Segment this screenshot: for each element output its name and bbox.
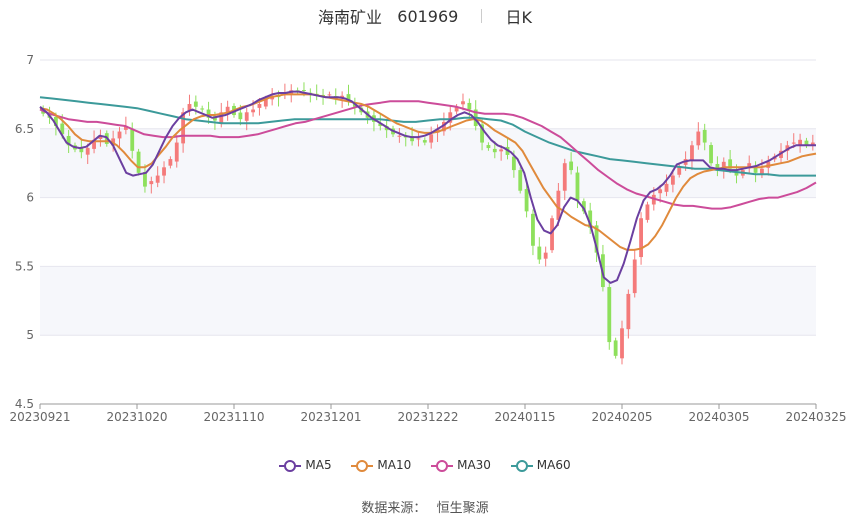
x-tick-label: 20240305	[688, 410, 749, 424]
candle-body	[193, 101, 198, 107]
y-tick-label: 4.5	[15, 397, 34, 411]
candle-body	[397, 135, 402, 137]
legend-label: MA60	[536, 458, 571, 472]
candle-body	[499, 149, 504, 152]
candle-body	[162, 167, 166, 176]
candle-body	[327, 94, 332, 96]
candle-body	[467, 102, 472, 110]
y-tick-label: 5	[26, 328, 34, 342]
candle-body	[429, 134, 434, 143]
y-tick-label: 5.5	[15, 259, 34, 273]
x-tick-label: 20240115	[494, 410, 555, 424]
candle-body	[607, 287, 612, 343]
candle-body	[575, 172, 580, 201]
candle-body	[168, 159, 173, 166]
candle-body	[244, 112, 249, 121]
candle-body	[537, 246, 542, 260]
ma10-marker-icon	[351, 459, 374, 472]
legend-item-ma30[interactable]: MA30	[431, 458, 491, 472]
candle-body	[486, 145, 491, 149]
x-tick-label: 20240325	[785, 410, 846, 424]
candle-body	[251, 109, 255, 113]
x-tick-label: 20230921	[9, 410, 70, 424]
source-label: 数据来源：	[361, 501, 427, 516]
legend-item-ma10[interactable]: MA10	[351, 458, 411, 472]
candle-body	[569, 161, 574, 171]
candle-body	[810, 142, 815, 145]
candle-body	[85, 148, 90, 155]
ma30-marker-icon	[431, 459, 454, 472]
candle-body	[130, 128, 135, 151]
candle-body	[200, 108, 205, 110]
grid-band	[40, 266, 816, 336]
x-tick-label: 20231201	[300, 410, 361, 424]
candle-body	[709, 145, 713, 164]
candle-body	[690, 145, 694, 161]
legend-item-ma60[interactable]: MA60	[510, 458, 571, 472]
candle-body	[461, 101, 465, 105]
candlestick-chart: 4.5 5 5.5 6 6.5 7 20230921 20231020 20231110 2023…	[9, 53, 846, 424]
candle-body	[632, 259, 637, 294]
candle-body	[562, 163, 567, 191]
candle-body	[791, 142, 796, 144]
candle-body	[639, 218, 643, 258]
candle-body	[531, 213, 535, 246]
candle-body	[613, 340, 618, 356]
y-tick-label: 6	[26, 191, 34, 205]
candle-body	[696, 131, 701, 146]
candle-body	[302, 89, 306, 91]
chart-legend: MA5 MA10 MA30 MA60	[0, 458, 850, 472]
candle-body	[238, 112, 243, 120]
x-tick-label: 20231110	[203, 410, 264, 424]
candle-body	[677, 167, 682, 175]
candle-body	[620, 328, 624, 359]
legend-label: MA5	[305, 458, 332, 472]
candle-body	[524, 189, 529, 212]
candle-body	[257, 104, 262, 108]
candle-body	[174, 142, 179, 162]
candle-body	[136, 151, 141, 173]
candle-body	[670, 175, 675, 185]
y-tick-label: 6.5	[15, 122, 34, 136]
legend-label: MA10	[377, 458, 412, 472]
ma5-marker-icon	[279, 459, 302, 472]
legend-item-ma5[interactable]: MA5	[279, 458, 332, 472]
candle-body	[760, 168, 764, 174]
candle-body	[702, 129, 707, 143]
source-value: 恒生聚源	[436, 501, 489, 516]
candle-body	[155, 175, 160, 183]
candle-body	[416, 138, 421, 140]
ma60-marker-icon	[510, 459, 533, 472]
candle-body	[658, 189, 663, 194]
x-tick-label: 20240205	[591, 410, 652, 424]
candle-body	[798, 139, 803, 146]
candle-body	[149, 181, 154, 185]
y-tick-label: 7	[26, 53, 34, 67]
x-tick-label: 20231222	[397, 410, 458, 424]
candle-body	[511, 156, 516, 171]
candle-body	[645, 204, 650, 220]
candle-body	[543, 252, 548, 259]
candle-body	[626, 293, 631, 330]
candle-body	[518, 170, 523, 191]
data-source: 数据来源： 恒生聚源	[0, 497, 850, 516]
legend-label: MA30	[457, 458, 491, 472]
x-tick-label: 20231020	[106, 410, 167, 424]
candle-body	[117, 131, 122, 139]
candle-body	[492, 148, 497, 153]
candle-body	[664, 183, 669, 192]
candle-body	[422, 140, 427, 143]
